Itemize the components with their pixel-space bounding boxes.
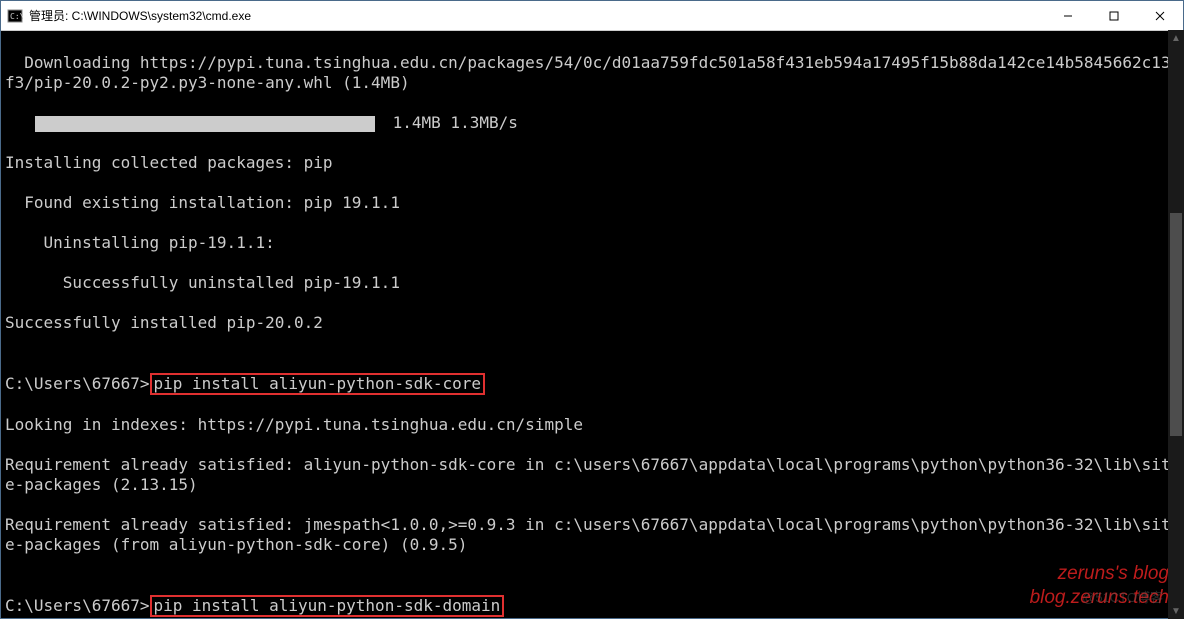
terminal-output[interactable]: Downloading https://pypi.tuna.tsinghua.e… <box>1 31 1183 618</box>
svg-text:C:\: C:\ <box>10 12 23 21</box>
scrollbar-track[interactable] <box>1168 46 1184 603</box>
progress-bar-icon <box>35 116 375 132</box>
scroll-down-arrow-icon[interactable]: ▼ <box>1168 603 1184 619</box>
scrollbar-thumb[interactable] <box>1170 213 1182 436</box>
scroll-up-arrow-icon[interactable]: ▲ <box>1168 30 1184 46</box>
output-line: Requirement already satisfied: aliyun-py… <box>5 455 1179 495</box>
close-button[interactable] <box>1137 1 1183 30</box>
output-line: Installing collected packages: pip <box>5 153 1179 173</box>
output-line: Requirement already satisfied: jmespath<… <box>5 515 1179 555</box>
minimize-button[interactable] <box>1045 1 1091 30</box>
maximize-button[interactable] <box>1091 1 1137 30</box>
highlighted-command: pip install aliyun-python-sdk-core <box>150 373 486 395</box>
prompt-line: C:\Users\67667>pip install aliyun-python… <box>5 595 1179 617</box>
watermark-text: zeruns's blog <box>1058 564 1169 584</box>
output-line: Uninstalling pip-19.1.1: <box>5 233 1179 253</box>
progress-text: 1.4MB 1.3MB/s <box>383 113 518 132</box>
prompt-path: C:\Users\67667> <box>5 596 150 615</box>
titlebar[interactable]: C:\ 管理员: C:\WINDOWS\system32\cmd.exe <box>1 1 1183 31</box>
output-line: Successfully uninstalled pip-19.1.1 <box>5 273 1179 293</box>
cmd-window: C:\ 管理员: C:\WINDOWS\system32\cmd.exe Dow… <box>0 0 1184 619</box>
prompt-path: C:\Users\67667> <box>5 374 150 393</box>
prompt-line: C:\Users\67667>pip install aliyun-python… <box>5 373 1179 395</box>
highlighted-command: pip install aliyun-python-sdk-domain <box>150 595 505 617</box>
output-line: Downloading https://pypi.tuna.tsinghua.e… <box>5 53 1179 93</box>
cmd-icon: C:\ <box>7 8 23 24</box>
watermark-corner: @51CTO博客 <box>1082 588 1163 608</box>
window-title: 管理员: C:\WINDOWS\system32\cmd.exe <box>29 7 1045 24</box>
output-line: Found existing installation: pip 19.1.1 <box>5 193 1179 213</box>
output-line: Looking in indexes: https://pypi.tuna.ts… <box>5 415 1179 435</box>
output-line: Successfully installed pip-20.0.2 <box>5 313 1179 333</box>
vertical-scrollbar[interactable]: ▲ ▼ <box>1168 30 1184 619</box>
output-line: 1.4MB 1.3MB/s <box>5 113 1179 133</box>
window-buttons <box>1045 1 1183 30</box>
